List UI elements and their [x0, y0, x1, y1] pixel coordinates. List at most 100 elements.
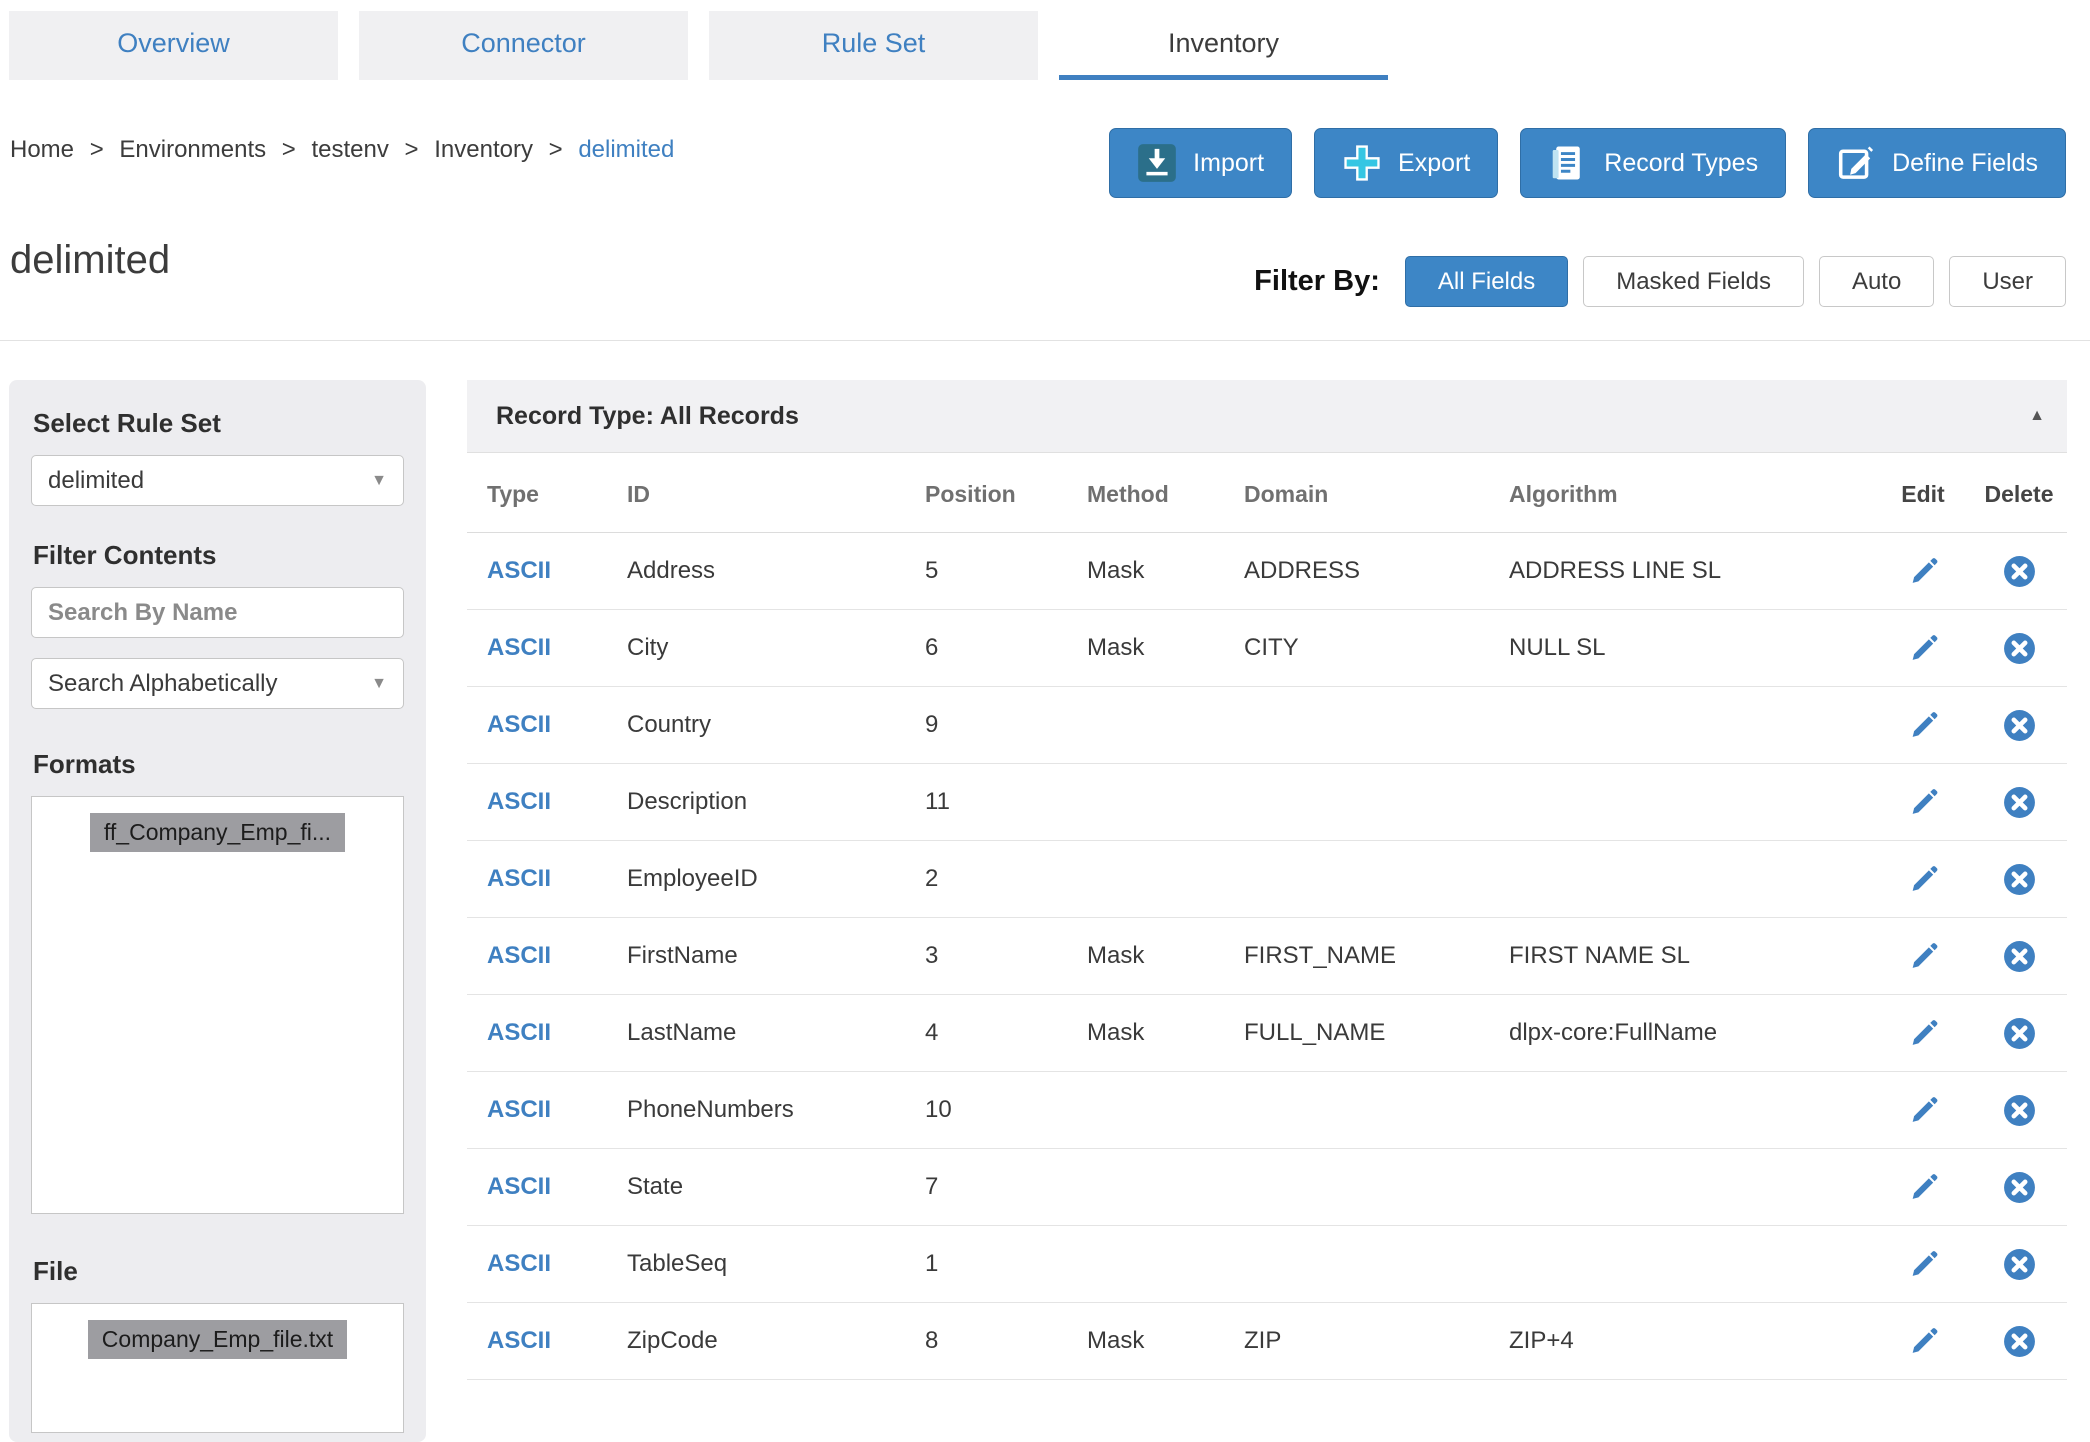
cell-position: 3: [925, 918, 1087, 995]
breadcrumb-testenv[interactable]: testenv: [311, 136, 388, 163]
cell-algorithm: [1509, 841, 1875, 918]
tab-rule-set[interactable]: Rule Set: [709, 11, 1038, 80]
cell-id: TableSeq: [627, 1226, 925, 1303]
filter-user-button[interactable]: User: [1949, 256, 2066, 307]
delete-icon[interactable]: [2002, 708, 2037, 743]
cell-id: PhoneNumbers: [627, 1072, 925, 1149]
cell-position: 11: [925, 764, 1087, 841]
delete-icon[interactable]: [2002, 939, 2037, 974]
record-types-button-label: Record Types: [1604, 149, 1758, 178]
cell-domain: CITY: [1244, 610, 1509, 687]
tab-overview[interactable]: Overview: [9, 11, 338, 80]
cell-id: EmployeeID: [627, 841, 925, 918]
collapse-arrow-icon[interactable]: ▲: [2029, 407, 2045, 425]
cell-id: City: [627, 610, 925, 687]
cell-id: ZipCode: [627, 1303, 925, 1380]
delete-icon[interactable]: [2002, 1247, 2037, 1282]
column-header-method: Method: [1087, 453, 1244, 533]
rule-set-select[interactable]: delimited ▼: [31, 455, 404, 506]
cell-domain: ZIP: [1244, 1303, 1509, 1380]
breadcrumb-separator: >: [549, 136, 563, 163]
delete-icon[interactable]: [2002, 785, 2037, 820]
cell-id: State: [627, 1149, 925, 1226]
edit-pencil-icon[interactable]: [1907, 1248, 1940, 1281]
sort-alphabetically-select[interactable]: Search Alphabetically ▼: [31, 658, 404, 709]
inventory-panel: Record Type: All Records ▲ Type ID Posit…: [467, 380, 2067, 1380]
cell-type: ASCII: [467, 1226, 627, 1303]
filter-all-fields-button[interactable]: All Fields: [1405, 256, 1568, 307]
format-list-item[interactable]: ff_Company_Emp_fi...: [90, 813, 345, 852]
cell-edit: [1875, 841, 1971, 918]
cell-domain: [1244, 1072, 1509, 1149]
tab-connector[interactable]: Connector: [359, 11, 688, 80]
filter-masked-fields-button[interactable]: Masked Fields: [1583, 256, 1804, 307]
cell-delete: [1971, 1226, 2067, 1303]
cell-edit: [1875, 1149, 1971, 1226]
import-button-label: Import: [1193, 149, 1264, 178]
cell-position: 10: [925, 1072, 1087, 1149]
column-header-type: Type: [467, 453, 627, 533]
cell-algorithm: FIRST NAME SL: [1509, 918, 1875, 995]
edit-pencil-icon[interactable]: [1907, 632, 1940, 665]
breadcrumb-current: delimited: [578, 136, 674, 163]
tab-inventory[interactable]: Inventory: [1059, 11, 1388, 80]
cell-delete: [1971, 764, 2067, 841]
edit-pencil-icon[interactable]: [1907, 1094, 1940, 1127]
cell-algorithm: NULL SL: [1509, 610, 1875, 687]
delete-icon[interactable]: [2002, 631, 2037, 666]
export-button[interactable]: Export: [1314, 128, 1498, 198]
delete-icon[interactable]: [2002, 1093, 2037, 1128]
edit-pencil-icon[interactable]: [1907, 1017, 1940, 1050]
edit-pencil-icon[interactable]: [1907, 1325, 1940, 1358]
delete-icon[interactable]: [2002, 1324, 2037, 1359]
export-icon: [1342, 143, 1382, 183]
column-header-algorithm: Algorithm: [1509, 453, 1875, 533]
file-list-item[interactable]: Company_Emp_file.txt: [88, 1320, 347, 1359]
filter-bar: Filter By: All Fields Masked Fields Auto…: [1254, 256, 2066, 307]
table-row: ASCII LastName 4 Mask FULL_NAME dlpx-cor…: [467, 995, 2067, 1072]
edit-pencil-icon[interactable]: [1907, 786, 1940, 819]
inventory-table: Type ID Position Method Domain Algorithm…: [467, 453, 2067, 1380]
delete-icon[interactable]: [2002, 1170, 2037, 1205]
cell-algorithm: ZIP+4: [1509, 1303, 1875, 1380]
formats-heading: Formats: [33, 749, 404, 780]
cell-method: Mask: [1087, 610, 1244, 687]
search-by-name-input[interactable]: [31, 587, 404, 638]
formats-list: ff_Company_Emp_fi...: [31, 796, 404, 1214]
breadcrumb-inventory[interactable]: Inventory: [434, 136, 533, 163]
cell-type: ASCII: [467, 687, 627, 764]
delete-icon[interactable]: [2002, 1016, 2037, 1051]
define-fields-button[interactable]: Define Fields: [1808, 128, 2066, 198]
cell-delete: [1971, 1303, 2067, 1380]
cell-position: 2: [925, 841, 1087, 918]
export-button-label: Export: [1398, 149, 1470, 178]
import-button[interactable]: Import: [1109, 128, 1292, 198]
column-header-position: Position: [925, 453, 1087, 533]
cell-position: 6: [925, 610, 1087, 687]
cell-algorithm: [1509, 1226, 1875, 1303]
filter-by-label: Filter By:: [1254, 265, 1380, 298]
record-types-button[interactable]: Record Types: [1520, 128, 1786, 198]
cell-algorithm: ADDRESS LINE SL: [1509, 533, 1875, 610]
delete-icon[interactable]: [2002, 554, 2037, 589]
edit-pencil-icon[interactable]: [1907, 863, 1940, 896]
breadcrumb-home[interactable]: Home: [10, 136, 74, 163]
breadcrumb-environments[interactable]: Environments: [119, 136, 266, 163]
chevron-down-icon: ▼: [371, 675, 387, 693]
cell-id: FirstName: [627, 918, 925, 995]
delete-icon[interactable]: [2002, 862, 2037, 897]
cell-id: Country: [627, 687, 925, 764]
table-row: ASCII TableSeq 1: [467, 1226, 2067, 1303]
edit-pencil-icon[interactable]: [1907, 1171, 1940, 1204]
cell-edit: [1875, 764, 1971, 841]
cell-position: 5: [925, 533, 1087, 610]
cell-algorithm: dlpx-core:FullName: [1509, 995, 1875, 1072]
cell-domain: [1244, 841, 1509, 918]
edit-pencil-icon[interactable]: [1907, 555, 1940, 588]
filter-auto-button[interactable]: Auto: [1819, 256, 1934, 307]
record-types-icon: [1548, 143, 1588, 183]
table-row: ASCII PhoneNumbers 10: [467, 1072, 2067, 1149]
edit-pencil-icon[interactable]: [1907, 709, 1940, 742]
cell-delete: [1971, 841, 2067, 918]
edit-pencil-icon[interactable]: [1907, 940, 1940, 973]
